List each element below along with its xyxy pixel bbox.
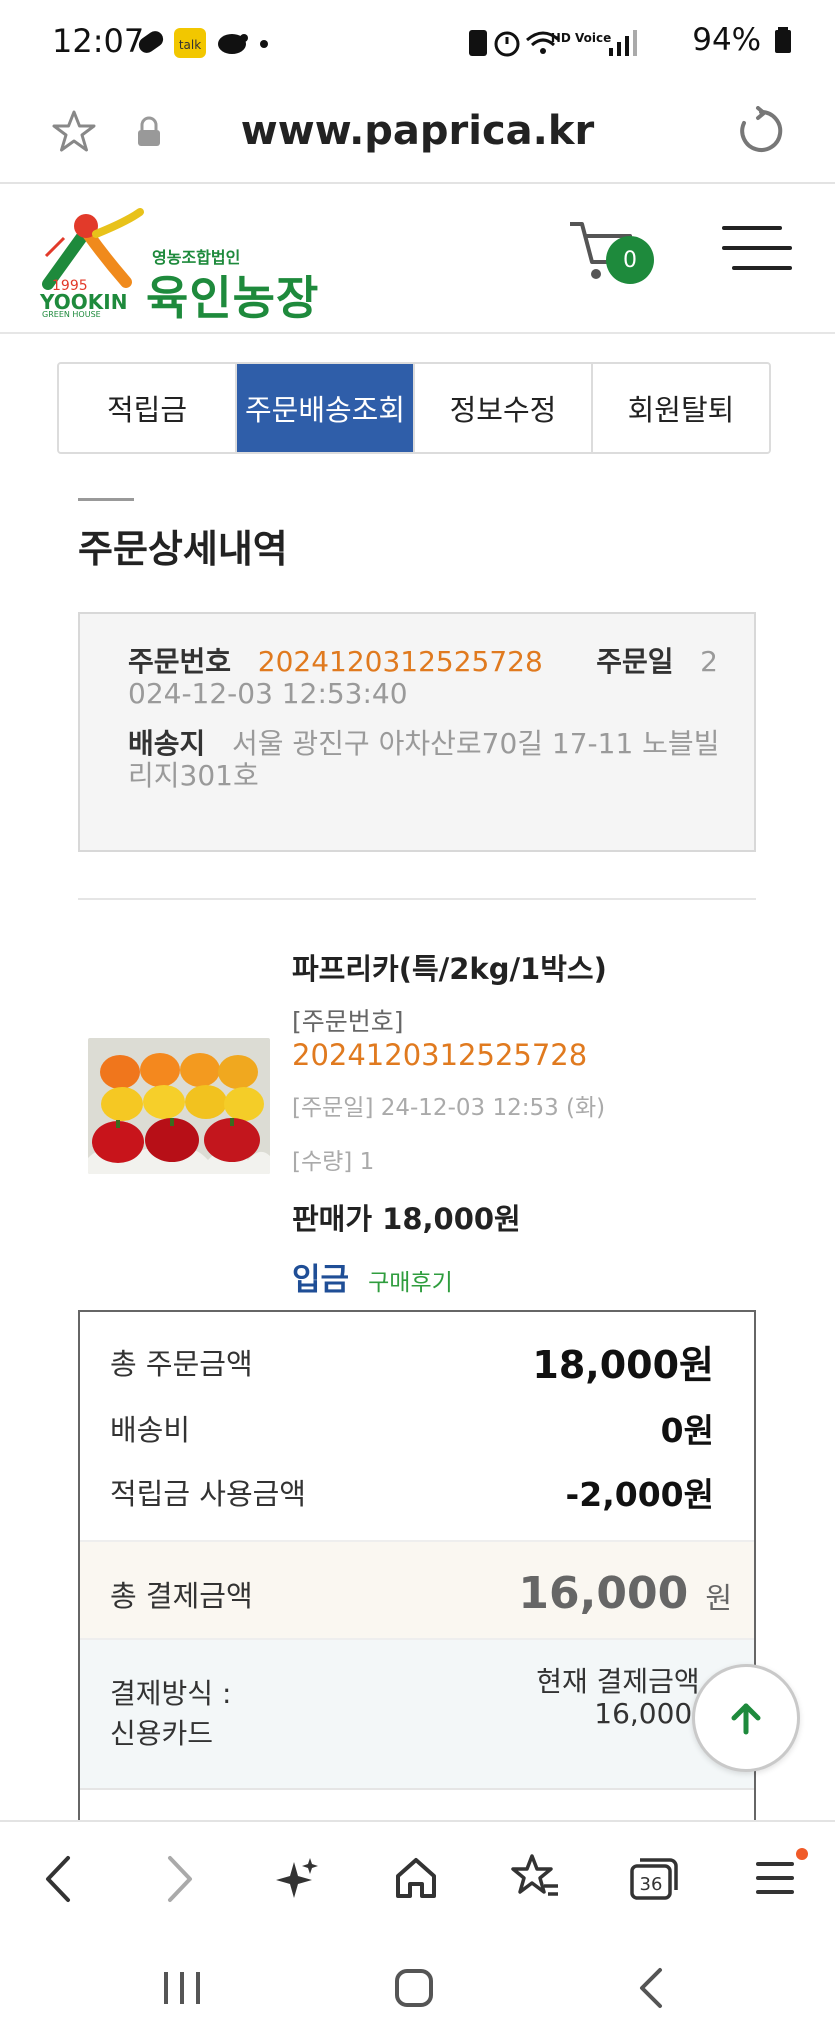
order-info-box: 주문번호 2024120312525728 주문일 2024-12-03 12:… xyxy=(78,612,756,852)
battery-indicator: 94% xyxy=(692,22,791,58)
payment-method-box: 결제방식 : 신용카드 현재 결제금액 : 16,000원 xyxy=(80,1640,754,1790)
browser-menu-icon[interactable] xyxy=(752,1848,808,1904)
home-nav-icon[interactable] xyxy=(394,1968,434,2008)
total-payment-box: 총 결제금액 16,000 원 xyxy=(80,1540,754,1640)
total-payment-unit: 원 xyxy=(705,1581,732,1615)
address-label: 배송지 xyxy=(128,727,206,760)
hamburger-menu-icon[interactable] xyxy=(720,222,794,280)
order-status: 입금 xyxy=(292,1262,350,1298)
piggy-bank-icon xyxy=(218,34,248,54)
product-order-number-label: [주문번호] xyxy=(292,1007,404,1036)
shipping-label: 배송비 xyxy=(110,1413,191,1447)
battery-icon xyxy=(775,27,791,53)
status-bar: 12:07 talk HD Voice 94% xyxy=(0,0,835,88)
order-number-label: 주문번호 xyxy=(128,645,232,678)
payment-method-label: 결제방식 : xyxy=(110,1677,232,1710)
ai-sparkle-icon[interactable] xyxy=(274,1856,320,1902)
product-name[interactable]: 파프리카(특/2kg/1박스) xyxy=(292,946,752,988)
browser-url-bar: www.paprica.kr xyxy=(0,88,835,184)
notification-icons: talk xyxy=(136,26,286,64)
system-icons: HD Voice xyxy=(465,26,645,64)
tabs-count-icon[interactable]: 36 xyxy=(628,1854,680,1902)
signal-icon xyxy=(609,30,637,56)
mypage-tabs: 적립금 주문배송조회 정보수정 회원탈퇴 xyxy=(57,362,771,454)
scroll-to-top-button[interactable] xyxy=(692,1664,800,1772)
svg-text:talk: talk xyxy=(179,38,201,52)
hd-voice-label: HD Voice xyxy=(551,31,611,45)
total-payment-value: 16,000 xyxy=(518,1568,689,1619)
more-notifications-icon xyxy=(260,40,268,48)
back-icon[interactable] xyxy=(38,1852,78,1906)
total-order-row: 총 주문금액 18,000원 xyxy=(110,1334,714,1389)
shipping-row: 배송비 0원 xyxy=(110,1404,714,1452)
product-image[interactable] xyxy=(88,1038,270,1174)
kakaotalk-icon: talk xyxy=(174,28,206,58)
divider xyxy=(78,898,756,900)
battery-saver-icon xyxy=(469,30,487,56)
status-time: 12:07 xyxy=(52,22,145,60)
payment-method-value: 신용카드 xyxy=(110,1717,214,1750)
system-nav-bar xyxy=(0,1932,835,2041)
product-quantity: [수량] 1 xyxy=(292,1149,375,1175)
forward-icon[interactable] xyxy=(160,1852,200,1906)
site-header: 1995 YOOKIN GREEN HOUSE 영농조합법인 육인농장 0 xyxy=(0,184,835,334)
order-number-value: 2024120312525728 xyxy=(257,645,543,678)
tab-edit-info[interactable]: 정보수정 xyxy=(415,364,593,452)
total-order-label: 총 주문금액 xyxy=(110,1346,253,1381)
arrow-up-icon xyxy=(731,1703,761,1735)
back-nav-icon[interactable] xyxy=(636,1966,666,2010)
logo-name: 육인농장 xyxy=(146,271,320,325)
recent-apps-icon[interactable] xyxy=(160,1968,204,2008)
alarm-icon xyxy=(494,31,520,57)
site-logo[interactable]: 1995 YOOKIN GREEN HOUSE 영농조합법인 육인농장 xyxy=(36,204,326,325)
order-date-label: 주문일 xyxy=(596,645,674,678)
address-value: 서울 광진구 아차산로70길 17-11 노블빌리지301호 xyxy=(128,727,720,792)
points-row: 적립금 사용금액 -2,000원 xyxy=(110,1468,714,1516)
product-price: 판매가 18,000원 xyxy=(292,1202,521,1236)
svg-text:36: 36 xyxy=(640,1874,663,1895)
payment-method: 결제방식 : 신용카드 xyxy=(110,1674,231,1754)
current-payment-label: 현재 결제금액 : xyxy=(536,1665,718,1698)
browser-toolbar: 36 xyxy=(0,1820,835,1932)
tab-points[interactable]: 적립금 xyxy=(59,364,237,452)
bookmarks-icon[interactable] xyxy=(510,1852,562,1904)
cart-button[interactable]: 0 xyxy=(566,216,666,296)
points-label: 적립금 사용금액 xyxy=(110,1477,306,1511)
cart-count-badge: 0 xyxy=(606,236,654,284)
url-text[interactable]: www.paprica.kr xyxy=(0,108,835,154)
tab-order-tracking[interactable]: 주문배송조회 xyxy=(237,364,415,452)
logo-brand-sub: GREEN HOUSE xyxy=(42,310,101,319)
order-info-text: 주문번호 2024120312525728 주문일 2024-12-03 12:… xyxy=(128,646,728,792)
total-order-value: 18,000원 xyxy=(532,1343,714,1387)
review-link[interactable]: 구매후기 xyxy=(368,1270,453,1296)
total-payment-label: 총 결제금액 xyxy=(110,1578,253,1613)
product-order-number: 2024120312525728 xyxy=(292,1038,588,1072)
home-icon[interactable] xyxy=(392,1854,440,1902)
total-payment-row: 총 결제금액 16,000 원 xyxy=(110,1568,732,1619)
current-payment: 현재 결제금액 : 16,000원 xyxy=(536,1666,718,1730)
points-value: -2,000원 xyxy=(565,1475,714,1514)
product-info: 파프리카(특/2kg/1박스) [주문번호] 2024120312525728 … xyxy=(292,946,752,1299)
reload-icon[interactable] xyxy=(736,106,786,156)
payment-summary: 총 주문금액 18,000원 배송비 0원 적립금 사용금액 -2,000원 총… xyxy=(78,1310,756,1830)
product-order-date: [주문일] 24-12-03 12:53 (화) xyxy=(292,1095,606,1121)
page-title: 주문상세내역 xyxy=(78,527,288,571)
section-accent-line xyxy=(78,498,134,501)
tab-withdraw[interactable]: 회원탈퇴 xyxy=(593,364,769,452)
pill-icon xyxy=(138,31,164,53)
battery-percent: 94% xyxy=(692,22,762,58)
shipping-value: 0원 xyxy=(660,1411,714,1450)
current-payment-value: 16,000원 xyxy=(594,1697,718,1730)
